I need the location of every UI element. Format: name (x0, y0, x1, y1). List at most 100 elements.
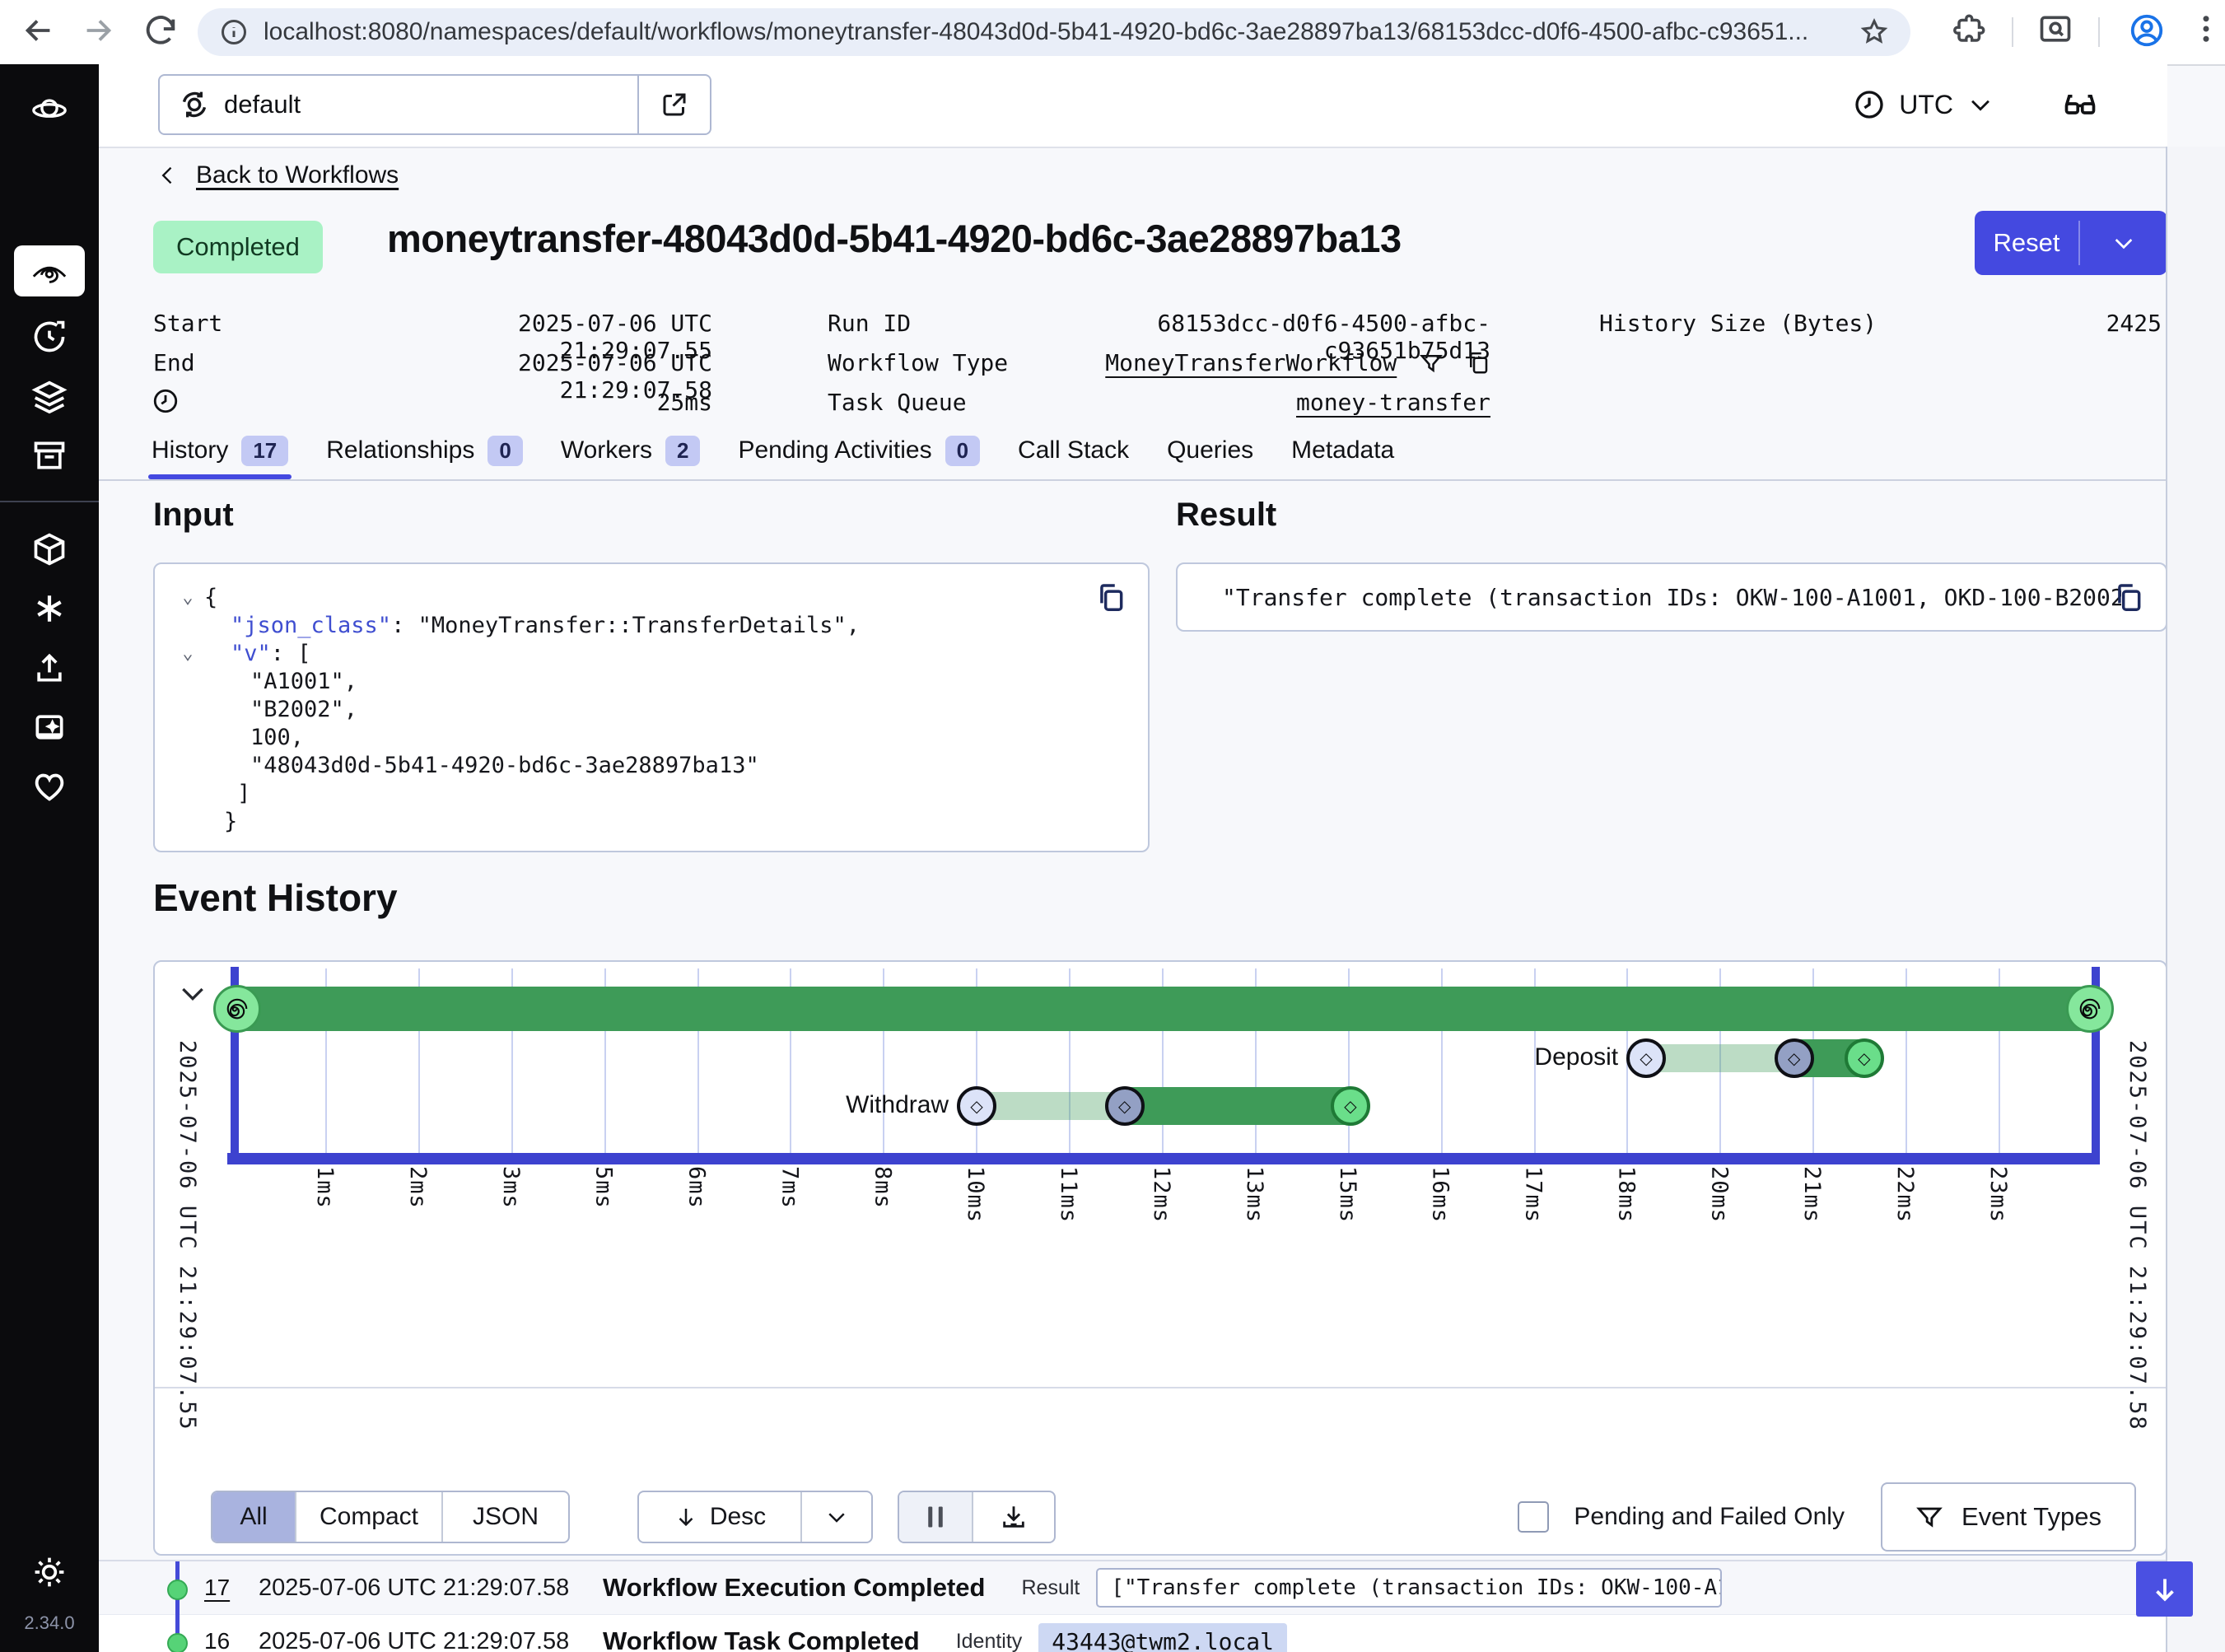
site-info-icon[interactable] (219, 17, 249, 47)
side-panel-search-icon[interactable] (2037, 12, 2073, 48)
browser-forward-icon[interactable] (79, 12, 117, 49)
activity-completed-marker[interactable]: ◇ (1331, 1086, 1370, 1126)
sort-label: Desc (710, 1503, 766, 1531)
view-option-compact[interactable]: Compact (295, 1492, 441, 1542)
activity-scheduled-marker[interactable]: ◇ (1626, 1038, 1666, 1078)
x-tick-label: 15ms (1335, 1166, 1360, 1223)
json-line-text: { (204, 584, 217, 612)
json-line: "A1001", (171, 668, 1131, 696)
tab-count-badge: 0 (487, 436, 522, 466)
activity-started-marker[interactable]: ◇ (1775, 1038, 1814, 1078)
namespace-select[interactable]: default (158, 74, 711, 135)
task-queue-value[interactable]: money-transfer (996, 389, 1490, 416)
scroll-to-bottom-button[interactable] (2136, 1561, 2193, 1617)
labs-glasses-icon[interactable] (2060, 86, 2100, 122)
bookmark-star-icon[interactable] (1859, 17, 1889, 47)
reset-button[interactable]: Reset (1975, 211, 2167, 275)
pending-failed-label: Pending and Failed Only (1574, 1503, 1845, 1531)
reset-button-label[interactable]: Reset (1975, 211, 2078, 275)
tab-count-badge: 0 (945, 436, 980, 466)
workflow-end-marker[interactable] (2066, 985, 2114, 1033)
address-bar[interactable]: localhost:8080/namespaces/default/workfl… (198, 8, 1910, 56)
nav-deployments-icon[interactable] (30, 377, 68, 415)
timeline-panel: 1ms2ms3ms5ms6ms7ms8ms10ms11ms12ms13ms15m… (153, 960, 2167, 1556)
view-option-json[interactable]: JSON (441, 1492, 568, 1542)
nav-schedules-icon[interactable] (30, 318, 68, 356)
workflow-type-value[interactable]: MoneyTransferWorkflow (1105, 349, 1397, 376)
x-tick-label: 6ms (684, 1166, 710, 1209)
workflow-start-marker[interactable] (213, 985, 261, 1033)
result-copy-icon[interactable] (2113, 582, 2144, 614)
tab-metadata[interactable]: Metadata (1291, 427, 1394, 474)
json-collapse-chevron (171, 668, 204, 696)
download-icon (1000, 1503, 1028, 1531)
workflow-type-filter-icon[interactable] (1419, 351, 1444, 376)
event-id-link[interactable]: 17 (204, 1575, 259, 1601)
event-row[interactable]: 172025-07-06 UTC 21:29:07.58Workflow Exe… (99, 1561, 2167, 1615)
json-line-text: ] (204, 780, 250, 808)
event-history-heading: Event History (153, 875, 398, 920)
pending-failed-checkbox[interactable] (1518, 1501, 1549, 1533)
nav-batch-operations-icon[interactable] (30, 436, 68, 474)
tab-relationships[interactable]: Relationships0 (326, 427, 523, 474)
theme-toggle-sun-icon[interactable] (30, 1553, 68, 1591)
json-line-text: "B2002", (204, 696, 357, 724)
reset-dropdown-chevron[interactable] (2080, 211, 2167, 275)
json-collapse-chevron (171, 780, 204, 808)
tab-count-badge: 17 (241, 436, 288, 466)
download-button[interactable] (972, 1492, 1054, 1542)
view-option-all[interactable]: All (212, 1492, 295, 1542)
app-topbar: default UTC (99, 64, 2167, 148)
timezone-select[interactable]: UTC (1853, 77, 1994, 132)
back-link-label: Back to Workflows (196, 161, 399, 189)
workflow-type-copy-icon[interactable] (1466, 351, 1490, 376)
sort-desc-button[interactable]: Desc (639, 1492, 800, 1542)
nav-workflows-active[interactable] (14, 245, 85, 296)
x-tick-label: 23ms (1985, 1166, 2011, 1223)
nav-feedback-heart-icon[interactable] (30, 768, 68, 805)
history-size-label: History Size (Bytes) (1599, 310, 1877, 337)
json-collapse-chevron[interactable]: ⌄ (171, 640, 204, 668)
timeline-chart: 1ms2ms3ms5ms6ms7ms8ms10ms11ms12ms13ms15m… (155, 962, 2167, 1387)
json-line-text: "v": [ (204, 640, 311, 668)
tab-history[interactable]: History17 (152, 427, 288, 474)
scrollbar-gutter[interactable] (2166, 147, 2225, 1652)
event-types-button[interactable]: Event Types (1881, 1482, 2136, 1552)
version-label: 2.34.0 (24, 1612, 74, 1634)
filter-funnel-icon (1915, 1503, 1943, 1531)
back-to-workflows-link[interactable]: Back to Workflows (156, 161, 399, 189)
nav-import-export-icon[interactable] (30, 649, 68, 687)
pause-button[interactable] (899, 1492, 972, 1542)
tab-queries[interactable]: Queries (1167, 427, 1253, 474)
json-collapse-chevron[interactable]: ⌄ (171, 584, 204, 612)
browser-back-icon[interactable] (20, 12, 58, 49)
activity-started-marker[interactable]: ◇ (1105, 1086, 1145, 1126)
nav-labs-icon[interactable] (30, 590, 68, 628)
json-line: "B2002", (171, 696, 1131, 724)
activity-completed-marker[interactable]: ◇ (1845, 1038, 1884, 1078)
input-panel: ⌄{"json_class": "MoneyTransfer::Transfer… (153, 562, 1150, 852)
activity-running-bar (1125, 1087, 1350, 1125)
browser-menu-kebab-icon[interactable] (2189, 12, 2223, 46)
tab-pending-activities[interactable]: Pending Activities0 (738, 427, 980, 474)
nav-docs-icon[interactable] (30, 708, 68, 746)
x-tick-label: 5ms (591, 1166, 617, 1209)
event-detail-label: Result (1021, 1576, 1080, 1600)
tab-workers[interactable]: Workers2 (561, 427, 701, 474)
event-row[interactable]: 162025-07-06 UTC 21:29:07.58Workflow Tas… (99, 1615, 2167, 1652)
workflow-execution-bar[interactable] (237, 987, 2090, 1031)
namespace-external-link-icon[interactable] (639, 76, 710, 133)
browser-reload-icon[interactable] (142, 12, 180, 49)
nav-archive-icon[interactable] (30, 530, 68, 568)
temporal-logo-icon[interactable] (30, 92, 68, 130)
tabs: History17 Relationships0 Workers2 Pending A… (152, 427, 1394, 474)
clock-icon (1853, 88, 1886, 121)
tab-call-stack[interactable]: Call Stack (1018, 427, 1129, 474)
event-id-link[interactable]: 16 (204, 1628, 259, 1652)
extensions-icon[interactable] (1953, 12, 1988, 46)
input-copy-icon[interactable] (1095, 582, 1126, 614)
activity-scheduled-marker[interactable]: ◇ (957, 1086, 996, 1126)
url-text[interactable]: localhost:8080/namespaces/default/workfl… (264, 18, 1859, 46)
sort-chevron-button[interactable] (800, 1492, 871, 1542)
profile-icon[interactable] (2128, 12, 2166, 49)
